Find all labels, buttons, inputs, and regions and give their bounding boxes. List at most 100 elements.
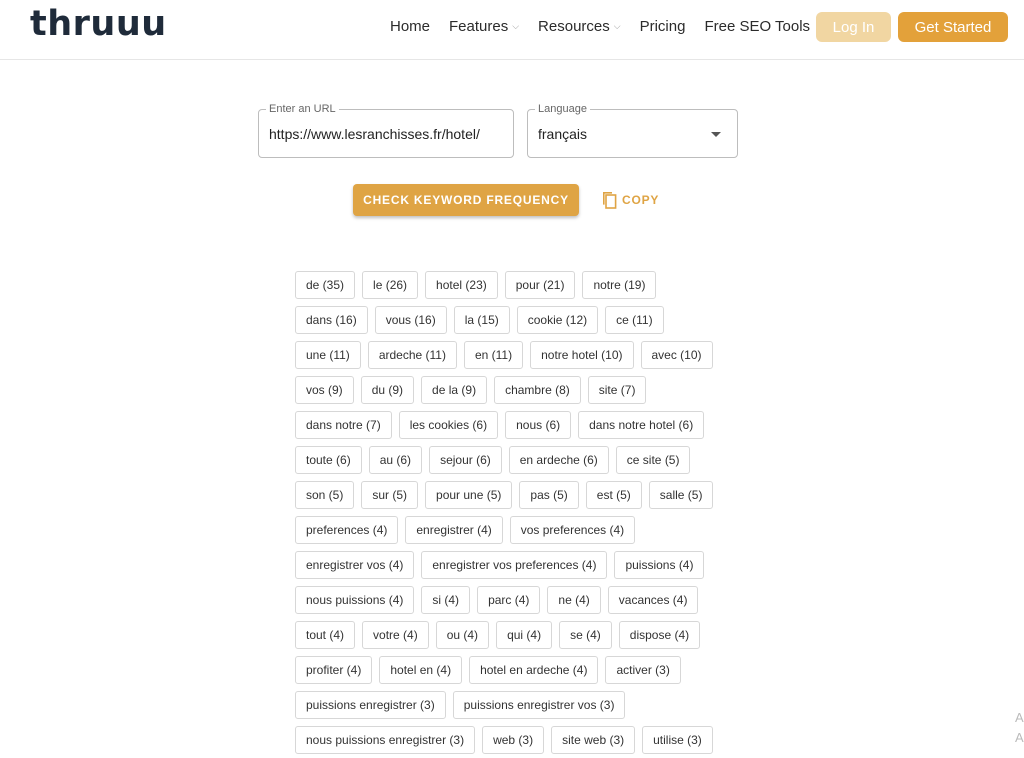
keyword-tag[interactable]: enregistrer (4) [405,516,503,544]
keyword-tag[interactable]: nous puissions enregistrer (3) [295,726,476,754]
keyword-tag[interactable]: vous (16) [374,306,447,334]
keyword-tag[interactable]: sejour (6) [429,446,502,474]
copy-button[interactable]: COPY [600,189,659,211]
nav-free-seo-tools[interactable]: Free SEO Tools [704,18,810,35]
tag-row: une (11) ardeche (11) en (11) notre hotel (… [295,341,725,370]
keyword-tag[interactable]: les cookies (6) [398,411,499,439]
keyword-tag[interactable]: pour une (5) [425,481,513,509]
keyword-tag[interactable]: votre (4) [362,621,429,649]
keyword-tag[interactable]: enregistrer vos preferences (4) [421,551,608,579]
nav-free-seo-tools-label: Free SEO Tools [704,18,811,35]
tag-row: profiter (4) hotel en (4) hotel en ardeche… [295,656,725,685]
url-field[interactable]: Enter an URL https://www.lesranchisses.f… [258,103,514,158]
keyword-tag[interactable]: site (7) [587,376,647,404]
keyword-tag[interactable]: dans (16) [295,306,368,334]
keyword-tag[interactable]: ardeche (11) [367,341,457,369]
chevron-down-icon: ⌵ [613,21,621,31]
nav-features-label: Features [449,18,509,35]
keyword-tag[interactable]: toute (6) [295,446,362,474]
keyword-tag[interactable]: hotel en (4) [379,656,463,684]
tag-row: enregistrer vos (4) enregistrer vos prefe… [295,551,725,580]
keyword-tag[interactable]: ou (4) [435,621,490,649]
keyword-tag[interactable]: vos preferences (4) [509,516,636,544]
keyword-tag[interactable]: en (11) [463,341,524,369]
keyword-tag[interactable]: ce (11) [605,306,664,334]
keyword-tag[interactable]: si (4) [421,586,471,614]
tag-row: nous puissions (4) si (4) parc (4) ne (4) va… [295,586,725,615]
tag-row: dans (16) vous (16) la (15) cookie (12) ce (… [295,306,725,335]
keyword-tag[interactable]: ne (4) [547,586,601,614]
keyword-tag[interactable]: notre hotel (10) [530,341,634,369]
tag-row: puissions enregistrer (3) puissions enreg… [295,691,725,720]
tag-row: preferences (4) enregistrer (4) vos prefer… [295,516,725,545]
keyword-tag[interactable]: web (3) [482,726,545,754]
keyword-tag[interactable]: se (4) [559,621,612,649]
keyword-tag[interactable]: ce site (5) [615,446,691,474]
check-keyword-frequency-button[interactable]: CHECK KEYWORD FREQUENCY [353,184,579,216]
keyword-tag[interactable]: profiter (4) [295,656,373,684]
keyword-tag[interactable]: au (6) [368,446,423,474]
keyword-tag[interactable]: hotel (23) [425,271,498,299]
keyword-tag[interactable]: puissions enregistrer vos (3) [452,691,626,719]
url-input[interactable]: https://www.lesranchisses.fr/hotel/ [269,126,480,142]
keyword-tag[interactable]: tout (4) [295,621,356,649]
keyword-tag[interactable]: la (15) [453,306,510,334]
keyword-tag[interactable]: cookie (12) [516,306,599,334]
keyword-tag[interactable]: preferences (4) [295,516,399,544]
get-started-button[interactable]: Get Started [898,12,1008,42]
keyword-tag[interactable]: hotel en ardeche (4) [469,656,599,684]
language-select-label: Language [535,103,590,116]
keyword-tag[interactable]: une (11) [295,341,361,369]
site-header: thruuu Home Features ⌵ Resources ⌵ Pricing… [0,0,1024,60]
keyword-tag[interactable]: site web (3) [551,726,636,754]
tag-row: tout (4) votre (4) ou (4) qui (4) se (4) disp… [295,621,725,650]
language-selected-value: français [538,126,588,142]
keyword-tag[interactable]: dans notre hotel (6) [578,411,705,439]
keyword-tag[interactable]: son (5) [295,481,355,509]
nav-features[interactable]: Features ⌵ [449,18,519,35]
keyword-tag[interactable]: puissions enregistrer (3) [295,691,446,719]
language-select[interactable]: Language français [527,103,738,158]
keyword-tag[interactable]: en ardeche (6) [508,446,609,474]
keyword-tag[interactable]: sur (5) [361,481,419,509]
keyword-tag[interactable]: pas (5) [519,481,579,509]
keyword-tag[interactable]: de (35) [295,271,356,299]
copy-button-label: COPY [622,193,660,207]
keyword-tag[interactable]: chambre (8) [494,376,581,404]
keyword-tag[interactable]: qui (4) [496,621,553,649]
chevron-down-icon: ⌵ [512,21,520,31]
login-button[interactable]: Log In [816,12,891,42]
keyword-tag[interactable]: de la (9) [421,376,488,404]
logo[interactable]: thruuu [30,4,167,44]
keyword-tag[interactable]: avec (10) [640,341,713,369]
edge-text: A [1015,710,1024,725]
keyword-tag[interactable]: dans notre (7) [295,411,392,439]
keyword-tag[interactable]: vacances (4) [607,586,699,614]
nav-home[interactable]: Home [390,18,430,35]
url-field-label: Enter an URL [266,103,339,116]
keyword-tag[interactable]: parc (4) [477,586,541,614]
keyword-tag[interactable]: le (26) [362,271,419,299]
keyword-tag[interactable]: nous (6) [505,411,572,439]
keyword-tag[interactable]: pour (21) [504,271,576,299]
tag-row: son (5) sur (5) pour une (5) pas (5) est (5)… [295,481,725,510]
keyword-tag[interactable]: activer (3) [605,656,681,684]
tag-row: dans notre (7) les cookies (6) nous (6) dan… [295,411,725,440]
keyword-tag-list: de (35) le (26) hotel (23) pour (21) notre (… [295,271,725,758]
nav-pricing[interactable]: Pricing [640,18,686,35]
dropdown-arrow-icon[interactable] [711,132,721,137]
keyword-tag[interactable]: est (5) [585,481,642,509]
copy-icon [603,192,617,209]
nav-pricing-label: Pricing [639,18,686,35]
keyword-tag[interactable]: nous puissions (4) [295,586,415,614]
keyword-tag[interactable]: salle (5) [648,481,714,509]
keyword-tag[interactable]: puissions (4) [614,551,705,579]
nav-resources[interactable]: Resources ⌵ [538,18,621,35]
keyword-tag[interactable]: vos (9) [295,376,354,404]
keyword-tag[interactable]: enregistrer vos (4) [295,551,415,579]
keyword-tag[interactable]: utilise (3) [642,726,713,754]
keyword-tag[interactable]: notre (19) [582,271,657,299]
edge-text: A [1015,730,1024,745]
keyword-tag[interactable]: du (9) [360,376,415,404]
keyword-tag[interactable]: dispose (4) [618,621,701,649]
